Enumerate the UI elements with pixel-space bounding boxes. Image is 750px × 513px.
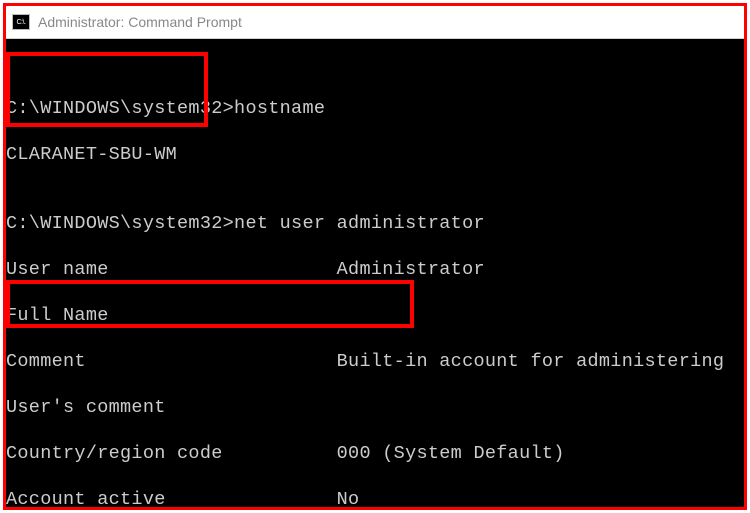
terminal-line: Account active No: [6, 488, 744, 507]
window-title: Administrator: Command Prompt: [38, 14, 242, 30]
terminal-line: Comment Built-in account for administeri…: [6, 350, 744, 373]
cmd-icon-label: C:\.: [17, 19, 26, 26]
command-prompt-window: C:\. Administrator: Command Prompt C:\WI…: [6, 6, 744, 507]
terminal-line: Country/region code 000 (System Default): [6, 442, 744, 465]
terminal-line: C:\WINDOWS\system32>hostname: [6, 97, 744, 120]
terminal-output[interactable]: C:\WINDOWS\system32>hostname CLARANET-SB…: [6, 39, 744, 507]
terminal-line: User's comment: [6, 396, 744, 419]
terminal-line: CLARANET-SBU-WM: [6, 143, 744, 166]
cmd-icon: C:\.: [12, 14, 30, 30]
titlebar[interactable]: C:\. Administrator: Command Prompt: [6, 6, 744, 39]
terminal-line: Full Name: [6, 304, 744, 327]
screenshot-highlight-border: C:\. Administrator: Command Prompt C:\WI…: [3, 3, 747, 510]
terminal-line: User name Administrator: [6, 258, 744, 281]
terminal-line: C:\WINDOWS\system32>net user administrat…: [6, 212, 744, 235]
